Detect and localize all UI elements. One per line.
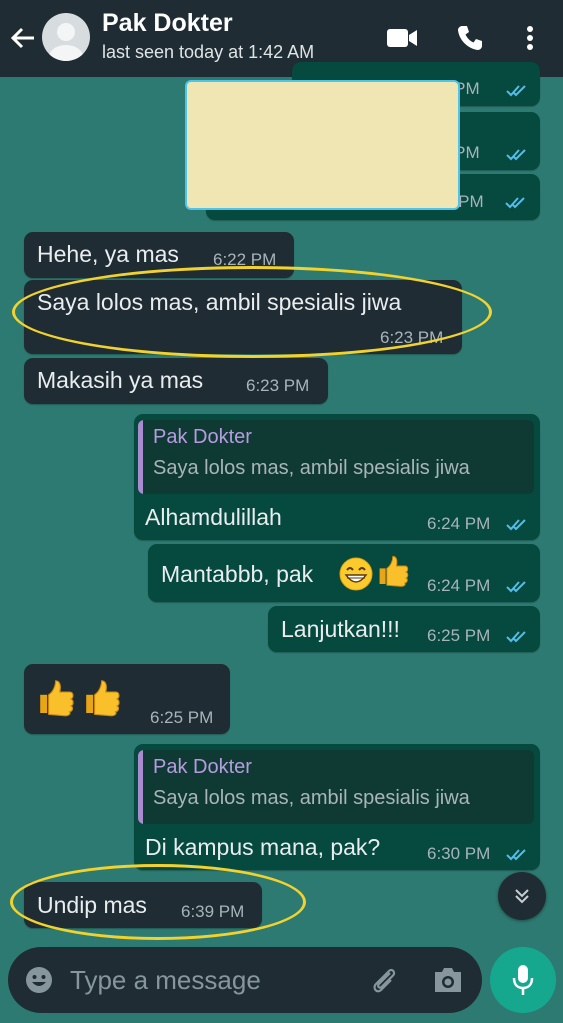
quoted-message[interactable]: Pak Dokter Saya lolos mas, ambil spesial… [138,420,534,494]
quote-author: Pak Dokter [153,756,252,778]
contact-name[interactable]: Pak Dokter [102,9,233,38]
outgoing-reply-bubble[interactable]: Pak Dokter Saya lolos mas, ambil spesial… [134,744,540,870]
more-icon[interactable] [510,20,550,56]
read-tick-icon [506,849,526,860]
attach-icon[interactable] [368,964,400,996]
read-tick-icon [506,149,526,160]
last-seen-status: last seen today at 1:42 AM [102,42,315,62]
mic-icon [512,965,534,995]
outgoing-reply-bubble[interactable]: Pak Dokter Saya lolos mas, ambil spesial… [134,414,540,540]
message-input-bar[interactable]: Type a message [8,947,482,1013]
quote-text: Saya lolos mas, ambil spesialis jiwa [153,787,470,809]
message-text: Makasih ya mas [37,367,204,393]
message-text: Mantabbb, pak [161,561,314,587]
message-time: 6:25 PM [150,708,214,727]
highlight-ellipse [12,266,492,358]
quoted-message[interactable]: Pak Dokter Saya lolos mas, ambil spesial… [138,750,534,824]
thumbs-up-icon [379,555,409,587]
incoming-message-bubble[interactable]: Makasih ya mas 6:23 PM [24,358,328,404]
message-text: Hehe, ya mas [37,241,179,267]
message-time: 6:24 PM [427,576,491,595]
back-arrow-icon[interactable] [8,20,38,56]
outgoing-message-bubble[interactable]: Lanjutkan!!! 6:25 PM [268,606,540,652]
message-text: Di kampus mana, pak? [145,834,381,860]
quote-author: Pak Dokter [153,426,252,448]
highlight-ellipse [10,864,306,940]
scroll-to-bottom-button[interactable] [498,872,546,920]
message-time: 6:25 PM [427,626,491,645]
video-call-icon[interactable] [382,20,422,56]
incoming-message-bubble[interactable]: 6:25 PM [24,664,230,734]
read-tick-icon [506,581,526,592]
chevron-double-down-icon [515,889,529,904]
message-time: 6:24 PM [427,514,491,533]
read-tick-icon [506,631,526,642]
quote-text: Saya lolos mas, ambil spesialis jiwa [153,457,470,479]
message-time: 6:23 PM [246,376,310,395]
quote-bar [138,420,143,494]
read-tick-icon [505,197,525,208]
voice-message-button[interactable] [490,947,556,1013]
camera-icon[interactable] [432,966,464,994]
emoji-icon[interactable] [24,965,54,995]
redaction-box [185,80,460,210]
message-text: Alhamdulillah [145,504,282,530]
avatar-icon[interactable] [42,13,90,61]
thumbs-up-icon [85,680,120,717]
read-tick-icon [506,519,526,530]
outgoing-message-bubble[interactable]: Mantabbb, pak 6:24 PM [148,544,540,602]
read-tick-icon [506,85,526,96]
message-text: Lanjutkan!!! [281,616,400,642]
phone-icon[interactable] [450,20,490,56]
thumbs-up-icon [39,680,74,717]
message-time: 6:30 PM [427,844,491,863]
grin-emoji-icon [339,557,373,591]
quote-bar [138,750,143,824]
message-input[interactable]: Type a message [70,965,261,996]
